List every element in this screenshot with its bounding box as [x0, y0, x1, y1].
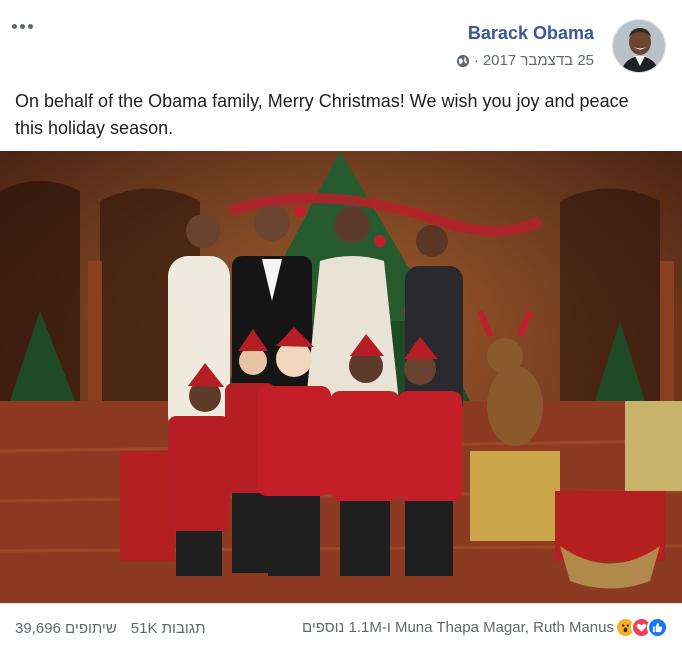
like-icon — [647, 617, 668, 638]
post-footer: 39,696 שיתופים 51K תגובות Muna Thapa Mag… — [0, 603, 682, 654]
reaction-icons[interactable] — [615, 617, 668, 638]
post-text: On behalf of the Obama family, Merry Chr… — [15, 91, 629, 138]
more-options-button[interactable] — [10, 18, 36, 34]
post-card: Barack Obama · 25 בדצמבר 2017 On behalf … — [0, 0, 682, 653]
post-header: Barack Obama · 25 בדצמבר 2017 — [0, 0, 682, 80]
author-name[interactable]: Barack Obama — [456, 22, 594, 44]
more-icon-dot — [20, 24, 25, 29]
reactions-summary[interactable]: Muna Thapa Magar, Ruth Manus ו-1.1M נוספ… — [302, 617, 668, 638]
reactors-text[interactable]: Muna Thapa Magar, Ruth Manus ו-1.1M נוספ… — [302, 619, 614, 636]
post-date[interactable]: 25 בדצמבר 2017 — [483, 52, 594, 70]
author-avatar[interactable] — [612, 19, 666, 73]
avatar-image — [613, 20, 665, 72]
engagement-counts: 39,696 שיתופים 51K תגובות — [15, 620, 205, 637]
family-christmas-photo — [0, 151, 682, 603]
author-block: Barack Obama · 25 בדצמבר 2017 — [456, 22, 594, 70]
more-icon — [12, 24, 17, 29]
post-photo[interactable] — [0, 151, 682, 603]
more-icon-dot — [28, 24, 33, 29]
post-meta: · 25 בדצמבר 2017 — [456, 52, 594, 70]
meta-separator: · — [473, 52, 479, 69]
comments-count[interactable]: 51K תגובות — [131, 620, 206, 637]
shares-count[interactable]: 39,696 שיתופים — [15, 620, 117, 637]
globe-icon[interactable] — [456, 54, 470, 68]
